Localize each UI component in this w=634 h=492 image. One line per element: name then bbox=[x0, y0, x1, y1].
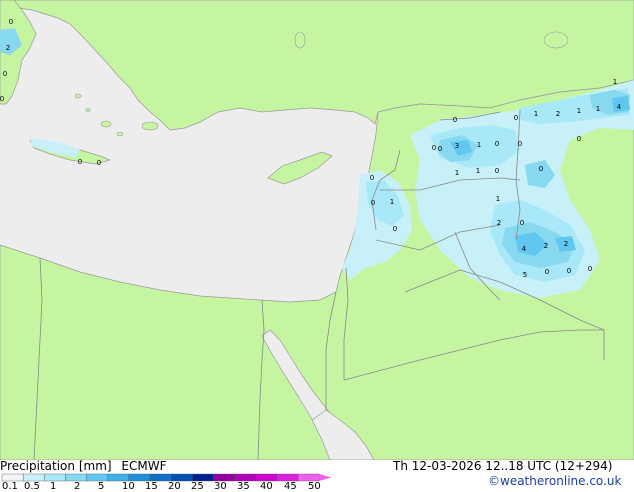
station-value: 5 bbox=[523, 271, 527, 279]
station-value: 0 bbox=[3, 70, 7, 78]
station-value: 0 bbox=[539, 165, 543, 173]
precipitation-map: 2 0 0 0 0 0 0 0 0 3 1 0 1 1 0 1 2 1 1 4 … bbox=[0, 0, 634, 460]
scale-tick-label: 1 bbox=[50, 481, 57, 492]
scale-swatch bbox=[107, 473, 130, 482]
station-value: 2 bbox=[556, 110, 560, 118]
station-value: 4 bbox=[617, 103, 622, 111]
scale-tick-label: 15 bbox=[145, 481, 158, 492]
station-value: 0 bbox=[432, 144, 436, 152]
station-value: 0 bbox=[520, 219, 524, 227]
station-value: 0 bbox=[495, 167, 499, 175]
station-value: 1 bbox=[596, 105, 600, 113]
scale-swatch bbox=[297, 473, 320, 482]
scale-arrow bbox=[319, 474, 332, 481]
station-value: 0 bbox=[495, 140, 499, 148]
legend-title: Precipitation [mm] ECMWF bbox=[0, 459, 166, 473]
model-name: ECMWF bbox=[121, 459, 167, 473]
scale-swatch bbox=[276, 473, 299, 482]
scale-tick-label: 5 bbox=[98, 481, 105, 492]
scale-swatch bbox=[192, 473, 214, 482]
station-value: 0 bbox=[97, 159, 101, 167]
scale-tick-label: 0.1 bbox=[2, 481, 18, 492]
scale-swatch bbox=[255, 473, 278, 482]
scale-swatch bbox=[22, 473, 45, 482]
scale-swatch bbox=[1, 473, 24, 482]
scale-tick-label: 35 bbox=[237, 481, 250, 492]
scale-tick-label: 50 bbox=[308, 481, 321, 492]
station-value: 1 bbox=[390, 198, 394, 206]
station-value: 0 bbox=[438, 145, 442, 153]
station-value: 0 bbox=[371, 199, 375, 207]
scale-swatch bbox=[234, 473, 256, 482]
station-value: 1 bbox=[455, 169, 459, 177]
scale-tick-label: 2 bbox=[74, 481, 81, 492]
scale-tick-label: 45 bbox=[284, 481, 297, 492]
station-value: 1 bbox=[496, 195, 500, 203]
valid-time: Th 12-03-2026 12..18 UTC (12+294) bbox=[393, 459, 613, 473]
scale-swatch bbox=[65, 473, 87, 482]
scale-tick-label: 0.5 bbox=[24, 481, 40, 492]
station-value: 0 bbox=[567, 267, 571, 275]
station-value: 2 bbox=[564, 240, 568, 248]
scale-swatch bbox=[44, 473, 66, 482]
station-value: 0 bbox=[9, 18, 13, 26]
scale-swatch bbox=[128, 473, 151, 482]
scale-swatch bbox=[170, 473, 193, 482]
scale-swatch bbox=[213, 473, 235, 482]
station-value: 1 bbox=[534, 110, 538, 118]
scale-tick-label: 10 bbox=[122, 481, 135, 492]
station-value: 4 bbox=[522, 245, 527, 253]
station-value: 0 bbox=[393, 225, 397, 233]
legend-title-text: Precipitation [mm] bbox=[0, 459, 112, 473]
station-value: 0 bbox=[370, 174, 374, 182]
station-value: 3 bbox=[455, 142, 459, 150]
scale-tick-label: 40 bbox=[260, 481, 273, 492]
scale-tick-label: 30 bbox=[214, 481, 227, 492]
station-value: 0 bbox=[78, 158, 82, 166]
station-value: 0 bbox=[514, 114, 518, 122]
station-value: 0 bbox=[453, 116, 457, 124]
station-value: 2 bbox=[6, 44, 10, 52]
station-value: 0 bbox=[577, 135, 581, 143]
station-value: 0 bbox=[545, 268, 549, 276]
station-value: 0 bbox=[0, 95, 4, 103]
credit-link[interactable]: ©weatheronline.co.uk bbox=[488, 474, 621, 488]
station-value: 1 bbox=[477, 141, 481, 149]
station-value: 1 bbox=[613, 78, 617, 86]
station-value: 0 bbox=[518, 140, 522, 148]
station-value: 2 bbox=[544, 242, 548, 250]
scale-tick-label: 25 bbox=[191, 481, 204, 492]
scale-tick-label: 20 bbox=[168, 481, 181, 492]
station-value: 0 bbox=[588, 265, 592, 273]
station-value: 2 bbox=[497, 219, 501, 227]
scale-swatch bbox=[86, 473, 108, 482]
station-value: 1 bbox=[476, 167, 480, 175]
station-value: 1 bbox=[577, 107, 581, 115]
scale-swatch bbox=[149, 473, 172, 482]
